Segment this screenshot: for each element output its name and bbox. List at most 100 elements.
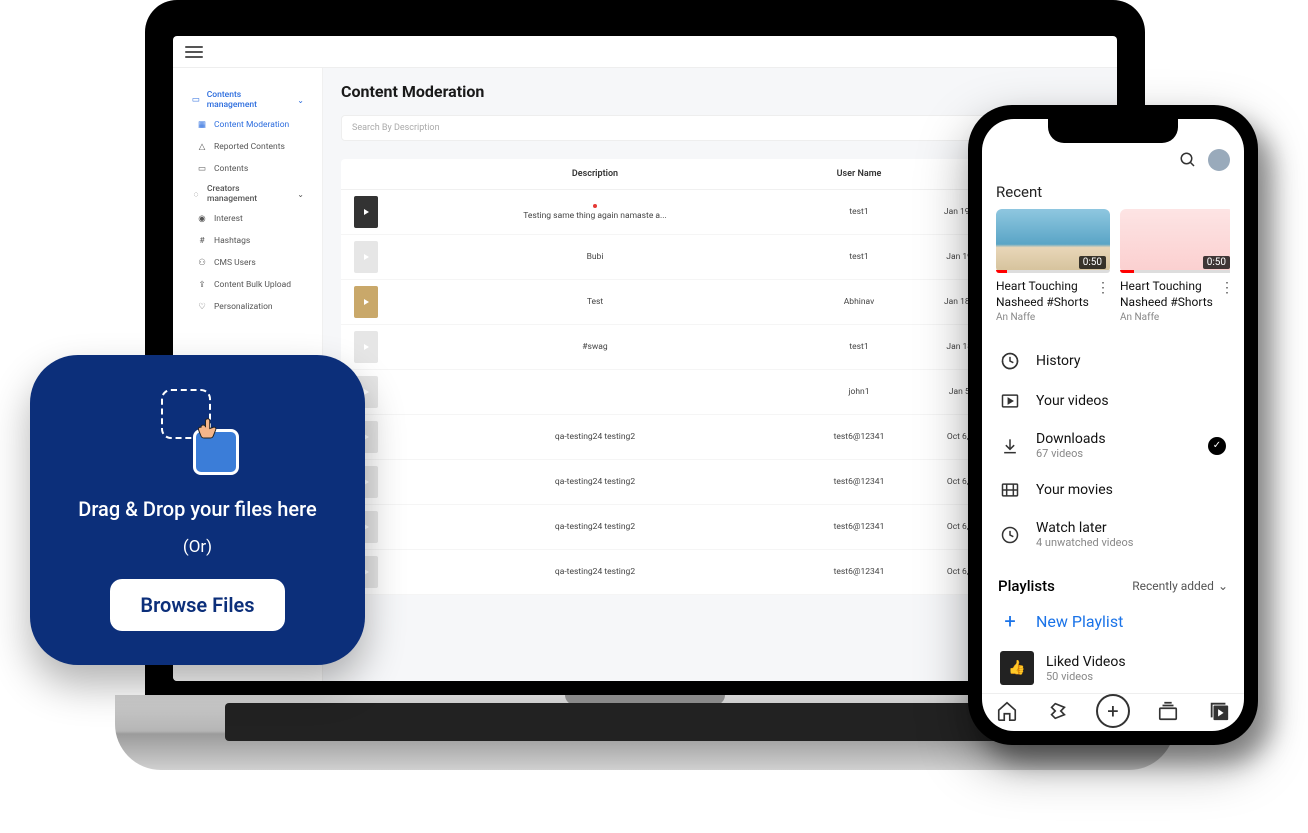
browse-files-button[interactable]: Browse Files [110,579,284,631]
video-author: An Naffe [1120,312,1230,323]
chevron-down-icon: ⌄ [297,190,304,199]
avatar[interactable] [1208,149,1230,171]
video-title: Heart Touching Nasheed #Shorts [996,279,1092,310]
menu-label: Your movies [1036,482,1113,498]
video-card[interactable]: 0:50 Heart Touching Nasheed #Shorts⋮ An Na… [996,209,1110,323]
sidebar-item-interest[interactable]: ◉ Interest [173,208,322,230]
history-icon [1000,351,1020,371]
cell-username: test6@12341 [799,522,919,532]
upload-dropzone[interactable]: Drag & Drop your files here (Or) Browse … [30,355,365,665]
cell-description: Test [391,297,799,307]
sidebar-item-contents[interactable]: ▭ Contents [173,158,322,180]
cell-username: test6@12341 [799,567,919,577]
nav-home-icon[interactable] [995,699,1019,723]
sidebar-group-label: Creators management [207,184,291,204]
users-icon: ◌ [191,189,201,199]
video-thumbnail [354,331,378,363]
nav-library-icon[interactable] [1207,699,1231,723]
more-icon[interactable]: ⋮ [1092,279,1110,297]
upload-icon: ⇪ [197,280,207,290]
col-username: User Name [799,169,919,179]
search-icon[interactable] [1178,150,1198,170]
phone-notch [1048,119,1178,143]
nav-shorts-icon[interactable] [1046,699,1070,723]
cell-username: Abhinav [799,297,919,307]
play-box-icon [1000,391,1020,411]
thumbs-up-icon: 👍 [1000,651,1034,685]
hamburger-icon[interactable] [185,46,203,58]
video-thumbnail [354,241,378,273]
cell-description: Testing same thing again namaste a... [391,204,799,221]
menu-item-history[interactable]: History [982,341,1244,381]
sidebar-group-creators[interactable]: ◌ Creators management ⌄ [173,180,322,208]
sidebar-item-label: Content Bulk Upload [214,280,291,290]
cell-description: #swag [391,342,799,352]
menu-item-downloads[interactable]: Downloads67 videos ✓ [982,421,1244,470]
menu-item-your-movies[interactable]: Your movies [982,470,1244,510]
sidebar-item-personalization[interactable]: ♡Personalization [173,296,322,318]
sidebar-item-content-moderation[interactable]: ▦Content Moderation [173,114,322,136]
sidebar-item-reported-contents[interactable]: △ Reported Contents [173,136,322,158]
video-app-screen: Recent 0:50Heart Touching Nasheed #Short… [982,119,1244,731]
video-thumbnail [354,286,378,318]
video-icon: ▭ [197,164,207,174]
cell-description: Bubi [391,252,799,262]
sidebar-item-label: Personalization [214,302,273,312]
nav-subscriptions-icon[interactable] [1156,699,1180,723]
nav-add-icon[interactable]: + [1096,694,1130,728]
hash-icon: # [197,236,207,246]
sort-label: Recently added [1132,579,1214,593]
cell-username: test1 [799,342,919,352]
cell-description: qa-testing24 testing2 [391,522,799,532]
menu-subtext: 67 videos [1036,447,1106,460]
sidebar-item-label: Reported Contents [214,142,285,152]
chevron-down-icon: ⌄ [1218,579,1228,593]
drag-drop-icon [153,389,243,479]
video-card[interactable]: 0:50Heart Touching Nasheed #Shorts⋮An Na… [1120,209,1230,323]
warning-icon: △ [197,142,207,152]
playlists-sort[interactable]: Recently added ⌄ [1132,579,1228,593]
more-icon[interactable]: ⋮ [1216,279,1230,297]
video-thumbnail: 0:50 [1120,209,1230,273]
cell-description: qa-testing24 testing2 [391,477,799,487]
sidebar-group-contents[interactable]: ▭ Contents management ⌄ [173,86,322,114]
page-title: Content Moderation [341,82,1099,101]
movie-icon [1000,480,1020,500]
sidebar-item-label: Interest [214,214,243,224]
moderation-icon: ▦ [197,120,207,130]
clock-icon [1000,525,1020,545]
cell-description: qa-testing24 testing2 [391,567,799,577]
video-thumbnail [354,196,378,228]
sidebar-item-hashtags[interactable]: # Hashtags [173,230,322,252]
menu-label: Watch later [1036,520,1133,536]
check-icon: ✓ [1208,437,1226,455]
cell-username: test1 [799,252,919,262]
cell-description: qa-testing24 testing2 [391,432,799,442]
topbar [173,36,1117,68]
video-duration: 0:50 [1203,256,1230,269]
menu-item-watch-later[interactable]: Watch later4 unwatched videos [982,510,1244,559]
video-duration: 0:50 [1079,256,1106,269]
upload-title: Drag & Drop your files here [78,497,316,521]
sidebar-item-content-bulk-upload[interactable]: ⇪ Content Bulk Upload [173,274,322,296]
sidebar-item-cms-users[interactable]: ⚇CMS Users [173,252,322,274]
interest-icon: ◉ [197,214,207,224]
folder-icon: ▭ [191,95,201,105]
sidebar-item-label: Hashtags [214,236,250,246]
sidebar-item-label: Contents [214,164,248,174]
phone-device: Recent 0:50Heart Touching Nasheed #Short… [968,105,1258,745]
menu-item-your-videos[interactable]: Your videos [982,381,1244,421]
sidebar-group-label: Contents management [207,90,292,110]
upload-or: (Or) [183,537,212,557]
liked-count: 50 videos [1046,670,1126,683]
users-icon: ⚇ [197,258,207,268]
cell-username: test1 [799,207,919,217]
download-icon [1000,436,1020,456]
cell-username: test6@12341 [799,477,919,487]
video-author: An Naffe [996,312,1110,323]
new-playlist-button[interactable]: + New Playlist [982,599,1244,643]
chevron-down-icon: ⌄ [297,96,304,105]
cell-username: john1 [799,387,919,397]
liked-videos-item[interactable]: 👍 Liked Videos 50 videos [982,643,1244,693]
menu-label: Downloads [1036,431,1106,447]
